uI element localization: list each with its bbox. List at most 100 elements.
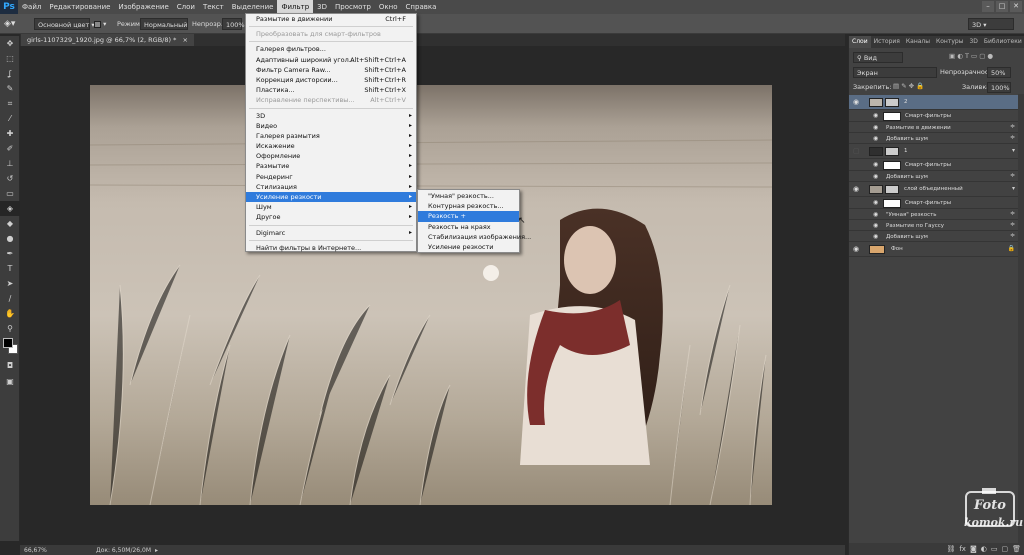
menu-item[interactable]: "Умная" резкость... [418, 191, 519, 201]
layer-name[interactable]: Фон [891, 246, 903, 252]
blend-mode-dropdown[interactable]: Экран [853, 67, 937, 78]
menu-item[interactable]: Найти фильтры в Интернете... [246, 243, 416, 253]
menu-item[interactable]: Резкость + [418, 211, 519, 222]
layer-row-merged[interactable]: ◉ слой объединенный ▾ [849, 182, 1019, 197]
quick-mask-icon[interactable]: ◘ [0, 358, 20, 373]
canvas-area[interactable] [20, 46, 845, 541]
line-tool-icon[interactable]: ∕ [0, 291, 20, 306]
filter-row[interactable]: ◉ Добавить шум ≑ [849, 231, 1019, 242]
menu-3d[interactable]: 3D [313, 0, 331, 14]
menu-edit[interactable]: Редактирование [45, 0, 114, 14]
close-tab-icon[interactable]: × [182, 36, 187, 44]
fx-badge-icon[interactable]: ▾ [1012, 185, 1015, 192]
fx-badge-icon[interactable]: ▾ [1012, 147, 1015, 154]
type-tool-icon[interactable]: T [0, 261, 20, 276]
mask-icon[interactable]: ◙ [970, 545, 977, 553]
lock-icons[interactable]: ▤ ✎ ✥ 🔒 [893, 82, 924, 90]
layer-row-background[interactable]: ◉ Фон 🔒 [849, 242, 1019, 257]
visibility-eye-icon[interactable]: ◉ [873, 222, 878, 229]
smart-filters-row[interactable]: ◉ Смарт-фильтры [849, 110, 1019, 122]
menu-help[interactable]: Справка [402, 0, 441, 14]
menu-item[interactable]: Другое ▸ [246, 212, 416, 222]
mode-dropdown[interactable]: Нормальный [140, 18, 188, 30]
tab-history[interactable]: История [871, 36, 903, 48]
trash-icon[interactable]: 🗑 [1012, 545, 1021, 553]
eraser-tool-icon[interactable]: ▭ [0, 186, 20, 201]
visibility-eye-icon[interactable]: ◉ [853, 185, 859, 193]
visibility-eye-icon[interactable]: ◉ [873, 211, 878, 218]
brush-tool-icon[interactable]: ✐ [0, 141, 20, 156]
tab-paths[interactable]: Контуры [933, 36, 966, 48]
eyedropper-tool-icon[interactable]: ⁄ [0, 111, 20, 126]
menu-view[interactable]: Просмотр [331, 0, 375, 14]
menu-item[interactable]: Стилизация ▸ [246, 182, 416, 192]
menu-item[interactable]: Фильтр Camera Raw... Shift+Ctrl+A [246, 65, 416, 75]
menu-item[interactable]: Галерея размытия ▸ [246, 131, 416, 141]
layer-filter-icons[interactable]: ▣ ◐ T ▭ ▢ ● [949, 52, 993, 60]
new-layer-icon[interactable]: ▢ [1001, 545, 1008, 553]
menu-image[interactable]: Изображение [114, 0, 172, 14]
menu-item[interactable]: Размытие ▸ [246, 161, 416, 171]
lasso-tool-icon[interactable]: ʆ [0, 66, 20, 81]
tab-libraries[interactable]: Библиотеки [981, 36, 1024, 48]
filter-row[interactable]: ◉ Добавить шум ≑ [849, 133, 1019, 144]
zoom-level[interactable]: 66,67% [24, 547, 84, 554]
history-brush-tool-icon[interactable]: ↺ [0, 171, 20, 186]
menu-item[interactable]: Пластика... Shift+Ctrl+X [246, 85, 416, 95]
hand-tool-icon[interactable]: ✋ [0, 306, 20, 321]
layer-opacity-input[interactable]: 50% [987, 67, 1011, 78]
layer-row-2[interactable]: ◉ 2 [849, 95, 1019, 110]
tab-3d[interactable]: 3D [966, 36, 980, 48]
filter-options-icon[interactable]: ≑ [1010, 172, 1015, 179]
visibility-eye-icon[interactable]: ◉ [873, 124, 878, 131]
document-photo[interactable] [90, 85, 772, 505]
menu-item[interactable]: Адаптивный широкий угол... Alt+Shift+Ctrl… [246, 55, 416, 65]
filter-row[interactable]: ◉ Размытие в движении ≑ [849, 122, 1019, 133]
menu-item[interactable]: Оформление ▸ [246, 151, 416, 161]
layer-name[interactable]: 1 [904, 148, 908, 154]
panel-scrollbar[interactable] [1018, 94, 1024, 546]
crop-tool-icon[interactable]: ⌗ [0, 96, 20, 111]
adjustment-icon[interactable]: ◐ [981, 545, 987, 553]
menu-item[interactable]: Рендеринг ▸ [246, 172, 416, 182]
visibility-eye-icon[interactable]: ◉ [873, 233, 878, 240]
visibility-eye-icon[interactable]: ◉ [853, 98, 859, 106]
visibility-eye-icon[interactable]: ◉ [873, 173, 878, 180]
filter-kind-dropdown[interactable]: ⚲ Вид [853, 52, 903, 63]
layer-name[interactable]: 2 [904, 99, 908, 105]
tab-channels[interactable]: Каналы [903, 36, 933, 48]
dodge-tool-icon[interactable]: ● [0, 231, 20, 246]
pattern-swatch[interactable]: ▾ [94, 18, 106, 30]
status-arrow-icon[interactable]: ▸ [155, 547, 158, 554]
layer-row-1[interactable]: ▢ 1 ▾ [849, 144, 1019, 159]
blur-tool-icon[interactable]: ◆ [0, 216, 20, 231]
minimize-button[interactable]: – [982, 1, 994, 12]
filter-options-icon[interactable]: ≑ [1010, 221, 1015, 228]
menu-filter[interactable]: Фильтр [277, 0, 314, 14]
menu-item[interactable]: Digimarc ▸ [246, 228, 416, 238]
filter-options-icon[interactable]: ≑ [1010, 232, 1015, 239]
paint-bucket-icon[interactable]: ◈▾ [4, 18, 15, 30]
move-tool-icon[interactable]: ✥ [0, 36, 20, 51]
filter-options-icon[interactable]: ≑ [1010, 210, 1015, 217]
menu-text[interactable]: Текст [199, 0, 228, 14]
workspace-dropdown[interactable]: 3D ▾ [968, 18, 1014, 30]
menu-layers[interactable]: Слои [173, 0, 199, 14]
menu-window[interactable]: Окно [375, 0, 402, 14]
paint-bucket-tool-icon[interactable]: ◈ [0, 201, 20, 216]
visibility-eye-icon[interactable]: ◉ [873, 112, 878, 119]
smart-filters-row[interactable]: ◉ Смарт-фильтры [849, 159, 1019, 171]
marquee-tool-icon[interactable]: ⬚ [0, 51, 20, 66]
smart-filters-row[interactable]: ◉ Смарт-фильтры [849, 197, 1019, 209]
menu-item[interactable]: 3D ▸ [246, 111, 416, 121]
visibility-eye-icon[interactable]: ◉ [853, 245, 859, 253]
opacity-input[interactable]: 100% [222, 18, 245, 30]
menu-item[interactable]: Галерея фильтров... [246, 44, 416, 54]
menu-select[interactable]: Выделение [228, 0, 278, 14]
quick-select-tool-icon[interactable]: ✎ [0, 81, 20, 96]
fx-icon[interactable]: fx [959, 545, 966, 553]
stamp-tool-icon[interactable]: ⊥ [0, 156, 20, 171]
close-button[interactable]: ✕ [1010, 1, 1022, 12]
menu-item[interactable]: Коррекция дисторсии... Shift+Ctrl+R [246, 75, 416, 85]
menu-item[interactable]: Искажение ▸ [246, 141, 416, 151]
